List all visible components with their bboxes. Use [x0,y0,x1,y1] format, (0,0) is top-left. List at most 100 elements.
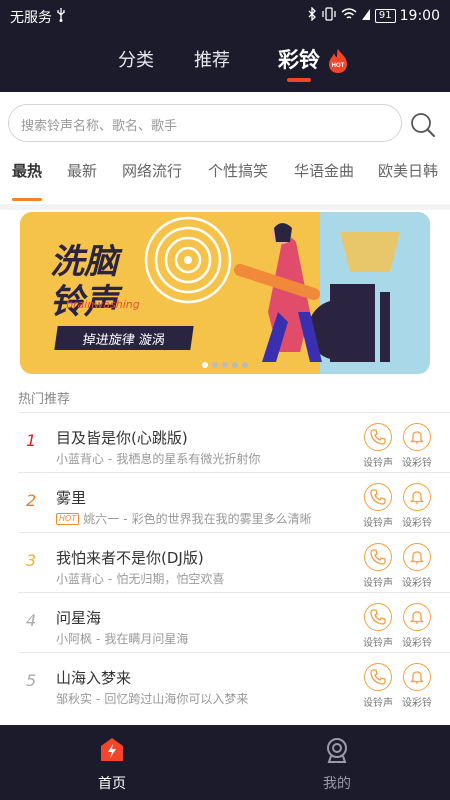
banner-subtitle: 掉进旋律 漩涡 [54,326,194,350]
search-placeholder: 搜索铃声名称、歌名、歌手 [21,119,178,134]
home-icon [101,738,123,761]
signal-icon [361,7,371,25]
carrier-text: 无服务 [10,10,52,26]
tab-color-ring[interactable]: 彩铃 [278,44,320,74]
song-rank: 4 [26,611,37,630]
song-artist: 小阿枫 [56,632,93,646]
category-tab-western[interactable]: 欧美日韩 [378,160,438,181]
bottom-nav: 首页 我的 [0,725,450,800]
battery-indicator: 91 [374,9,396,23]
tab-recommend[interactable]: 推荐 [194,46,230,72]
promo-banner[interactable]: 洗脑 铃声 brainwashing 掉进旋律 漩涡 [20,212,430,374]
song-desc: 我在瞒月问星海 [104,632,189,646]
wifi-icon [341,7,357,25]
song-artist: 小蓝背心 [56,572,105,586]
bell-icon [409,551,425,564]
pagination-dot [212,362,218,368]
set-ringtone-button[interactable]: 设铃声 [360,543,396,589]
song-rank: 3 [26,551,37,570]
bluetooth-icon [307,6,317,25]
category-tabs: 最热 最新 网络流行 个性搞笑 华语金曲 欧美日韩 [0,156,450,201]
song-title[interactable]: 山海入梦来 [56,667,131,688]
set-ringtone-label: 设铃声 [363,578,393,589]
song-subtitle: 邹秋实 - 回忆跨过山海你可以入梦来 [56,691,249,707]
song-subtitle: 小蓝背心 - 我栖息的星系有微光折射你 [56,451,261,467]
song-title[interactable]: 雾里 [56,487,86,508]
song-desc: 回忆跨过山海你可以入梦来 [104,692,249,706]
set-color-ring-button[interactable]: 设彩铃 [399,423,435,469]
pagination-dot [232,362,238,368]
pagination-dot [222,362,228,368]
set-ringtone-button[interactable]: 设铃声 [360,603,396,649]
set-color-ring-button[interactable]: 设彩铃 [399,603,435,649]
song-artist: 小蓝背心 [56,452,105,466]
set-ringtone-button[interactable]: 设铃声 [360,483,396,529]
category-active-indicator [12,198,42,201]
phone-icon [370,429,386,445]
profile-icon [327,738,347,763]
nav-home[interactable]: 首页 [82,737,142,793]
vibrate-icon [321,7,337,25]
song-row[interactable]: 2 雾里 HOT 姚六一 - 彩色的世界我在我的雾里多么清晰 设铃声 设彩铃 [18,472,450,532]
category-tab-newest[interactable]: 最新 [67,160,97,181]
song-subtitle: 小蓝背心 - 怕无归期，怕空欢喜 [56,571,225,587]
search-icon[interactable] [410,112,436,138]
phone-icon [370,549,386,565]
nav-mine[interactable]: 我的 [307,737,367,793]
phone-icon [370,609,386,625]
search-input[interactable]: 搜索铃声名称、歌名、歌手 [8,104,402,142]
bell-icon [409,431,425,444]
bell-icon [409,491,425,504]
song-row[interactable]: 1 目及皆是你(心跳版) 小蓝背心 - 我栖息的星系有微光折射你 设铃声 设彩铃 [18,412,450,472]
song-title[interactable]: 问星海 [56,607,101,628]
set-color-ring-button[interactable]: 设彩铃 [399,663,435,709]
song-subtitle: 小阿枫 - 我在瞒月问星海 [56,631,189,647]
set-color-ring-label: 设彩铃 [402,458,432,469]
song-title[interactable]: 我怕来者不是你(DJ版) [56,547,204,568]
set-ringtone-label: 设铃声 [363,638,393,649]
set-color-ring-label: 设彩铃 [402,638,432,649]
tab-category[interactable]: 分类 [118,46,154,72]
bell-icon [409,611,425,624]
category-tab-internet-pop[interactable]: 网络流行 [122,160,182,181]
set-color-ring-label: 设彩铃 [402,518,432,529]
song-rank: 2 [26,491,37,510]
hot-flame-icon: HOT [327,48,349,74]
section-title: 热门推荐 [18,392,71,407]
song-rank: 5 [26,671,37,690]
song-desc: 怕无归期，怕空欢喜 [116,572,225,586]
category-tab-hottest[interactable]: 最热 [12,160,42,181]
set-ringtone-label: 设铃声 [363,698,393,709]
banner-pagination [202,362,248,368]
song-desc: 彩色的世界我在我的雾里多么清晰 [131,512,312,526]
divider [0,204,450,210]
song-subtitle: HOT 姚六一 - 彩色的世界我在我的雾里多么清晰 [56,510,312,527]
set-color-ring-button[interactable]: 设彩铃 [399,483,435,529]
song-artist: 邹秋实 [56,692,93,706]
status-time: 19:00 [399,8,440,24]
pagination-dot [202,362,208,368]
category-tab-funny[interactable]: 个性搞笑 [208,160,268,181]
set-ringtone-button[interactable]: 设铃声 [360,423,396,469]
set-ringtone-label: 设铃声 [363,458,393,469]
main-content: 搜索铃声名称、歌名、歌手 最热 最新 网络流行 个性搞笑 华语金曲 欧美日韩 洗… [0,92,450,725]
nav-home-label: 首页 [98,776,126,792]
set-ringtone-button[interactable]: 设铃声 [360,663,396,709]
top-nav: 分类 推荐 彩铃 HOT [0,32,450,92]
song-row[interactable]: 5 山海入梦来 邹秋实 - 回忆跨过山海你可以入梦来 设铃声 设彩铃 [18,652,450,712]
set-color-ring-button[interactable]: 设彩铃 [399,543,435,589]
category-tab-chinese-hits[interactable]: 华语金曲 [294,160,354,181]
song-row[interactable]: 4 问星海 小阿枫 - 我在瞒月问星海 设铃声 设彩铃 [18,592,450,652]
banner-script-text: brainwashing [66,298,140,311]
status-bar: 无服务 91 19:00 [0,0,450,32]
set-ringtone-label: 设铃声 [363,518,393,529]
song-rank: 1 [26,431,37,450]
nav-mine-label: 我的 [323,776,351,792]
active-tab-indicator [287,78,311,82]
set-color-ring-label: 设彩铃 [402,578,432,589]
song-row[interactable]: 3 我怕来者不是你(DJ版) 小蓝背心 - 怕无归期，怕空欢喜 设铃声 设彩铃 [18,532,450,592]
song-title[interactable]: 目及皆是你(心跳版) [56,427,188,448]
phone-icon [370,669,386,685]
pagination-dot [242,362,248,368]
usb-icon [56,8,66,26]
